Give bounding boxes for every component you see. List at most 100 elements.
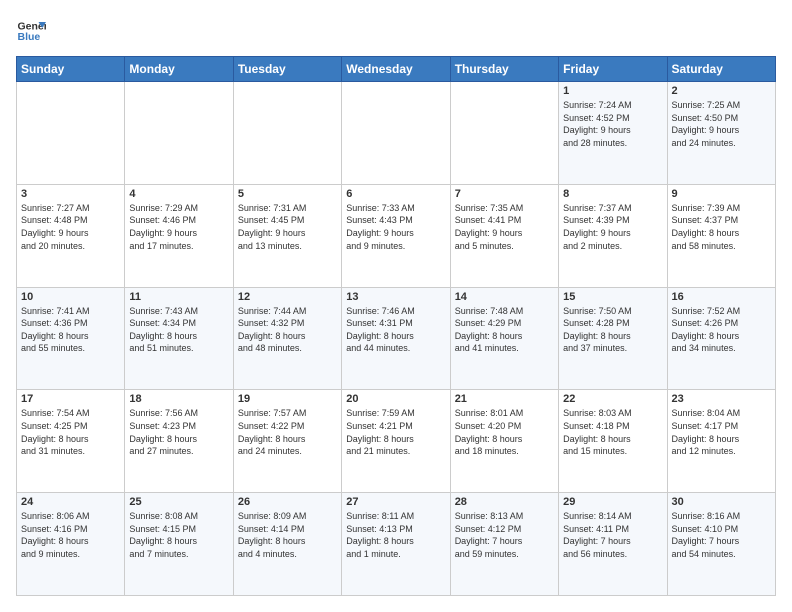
day-number: 30 (672, 496, 771, 508)
day-number: 11 (129, 291, 228, 303)
day-number: 21 (455, 393, 554, 405)
day-info: Sunrise: 8:13 AM Sunset: 4:12 PM Dayligh… (455, 510, 554, 560)
weekday-header-cell: Monday (125, 57, 233, 82)
day-info: Sunrise: 7:50 AM Sunset: 4:28 PM Dayligh… (563, 305, 662, 355)
calendar-day-cell: 9Sunrise: 7:39 AM Sunset: 4:37 PM Daylig… (667, 184, 775, 287)
calendar-week-row: 24Sunrise: 8:06 AM Sunset: 4:16 PM Dayli… (17, 493, 776, 596)
calendar-day-cell: 27Sunrise: 8:11 AM Sunset: 4:13 PM Dayli… (342, 493, 450, 596)
calendar-day-cell: 22 Sunrise: 8:03 AM Sunset: 4:18 PM Dayli… (559, 390, 667, 493)
day-info: Sunrise: 7:25 AM Sunset: 4:50 PM Dayligh… (672, 99, 771, 149)
calendar-day-cell (450, 82, 558, 185)
calendar-day-cell: 5 Sunrise: 7:31 AM Sunset: 4:45 PM Daylig… (233, 184, 341, 287)
day-number: 26 (238, 496, 337, 508)
calendar-day-cell (17, 82, 125, 185)
calendar-day-cell (342, 82, 450, 185)
calendar-day-cell: 12 Sunrise: 7:44 AM Sunset: 4:32 PM Dayli… (233, 287, 341, 390)
day-number: 13 (346, 291, 445, 303)
day-info: Sunrise: 8:16 AM Sunset: 4:10 PM Dayligh… (672, 510, 771, 560)
day-info: Sunrise: 7:37 AM Sunset: 4:39 PM Dayligh… (563, 202, 662, 252)
calendar-day-cell: 11Sunrise: 7:43 AM Sunset: 4:34 PM Dayli… (125, 287, 233, 390)
day-number: 4 (129, 188, 228, 200)
calendar-week-row: 10 Sunrise: 7:41 AM Sunset: 4:36 PM Dayli… (17, 287, 776, 390)
calendar-day-cell: 2 Sunrise: 7:25 AM Sunset: 4:50 PM Daylig… (667, 82, 775, 185)
day-number: 25 (129, 496, 228, 508)
logo-icon: General Blue (16, 16, 46, 46)
weekday-header-cell: Friday (559, 57, 667, 82)
day-info: Sunrise: 8:04 AM Sunset: 4:17 PM Dayligh… (672, 407, 771, 457)
day-number: 17 (21, 393, 120, 405)
calendar-day-cell (233, 82, 341, 185)
calendar-week-row: 17 Sunrise: 7:54 AM Sunset: 4:25 PM Dayli… (17, 390, 776, 493)
calendar-day-cell: 6 Sunrise: 7:33 AM Sunset: 4:43 PM Daylig… (342, 184, 450, 287)
day-info: Sunrise: 8:11 AM Sunset: 4:13 PM Dayligh… (346, 510, 445, 560)
calendar-table: SundayMondayTuesdayWednesdayThursdayFrid… (16, 56, 776, 596)
day-number: 10 (21, 291, 120, 303)
calendar-week-row: 3 Sunrise: 7:27 AM Sunset: 4:48 PM Daylig… (17, 184, 776, 287)
day-info: Sunrise: 7:41 AM Sunset: 4:36 PM Dayligh… (21, 305, 120, 355)
calendar-week-row: 1Sunrise: 7:24 AM Sunset: 4:52 PM Daylig… (17, 82, 776, 185)
calendar-body: 1Sunrise: 7:24 AM Sunset: 4:52 PM Daylig… (17, 82, 776, 596)
weekday-header-row: SundayMondayTuesdayWednesdayThursdayFrid… (17, 57, 776, 82)
calendar-day-cell: 14 Sunrise: 7:48 AM Sunset: 4:29 PM Dayli… (450, 287, 558, 390)
calendar-day-cell: 10 Sunrise: 7:41 AM Sunset: 4:36 PM Dayli… (17, 287, 125, 390)
day-info: Sunrise: 7:46 AM Sunset: 4:31 PM Dayligh… (346, 305, 445, 355)
day-info: Sunrise: 7:29 AM Sunset: 4:46 PM Dayligh… (129, 202, 228, 252)
day-number: 2 (672, 85, 771, 97)
day-number: 14 (455, 291, 554, 303)
day-number: 6 (346, 188, 445, 200)
calendar-day-cell: 26 Sunrise: 8:09 AM Sunset: 4:14 PM Dayli… (233, 493, 341, 596)
calendar-day-cell: 19 Sunrise: 7:57 AM Sunset: 4:22 PM Dayli… (233, 390, 341, 493)
calendar-day-cell: 8 Sunrise: 7:37 AM Sunset: 4:39 PM Daylig… (559, 184, 667, 287)
calendar-day-cell: 28Sunrise: 8:13 AM Sunset: 4:12 PM Dayli… (450, 493, 558, 596)
day-number: 29 (563, 496, 662, 508)
day-number: 7 (455, 188, 554, 200)
day-info: Sunrise: 7:57 AM Sunset: 4:22 PM Dayligh… (238, 407, 337, 457)
calendar-day-cell: 3 Sunrise: 7:27 AM Sunset: 4:48 PM Daylig… (17, 184, 125, 287)
day-info: Sunrise: 7:33 AM Sunset: 4:43 PM Dayligh… (346, 202, 445, 252)
calendar-day-cell: 13 Sunrise: 7:46 AM Sunset: 4:31 PM Dayli… (342, 287, 450, 390)
day-number: 24 (21, 496, 120, 508)
day-number: 18 (129, 393, 228, 405)
calendar-day-cell (125, 82, 233, 185)
day-info: Sunrise: 7:31 AM Sunset: 4:45 PM Dayligh… (238, 202, 337, 252)
header: General Blue (16, 16, 776, 46)
day-number: 9 (672, 188, 771, 200)
day-number: 8 (563, 188, 662, 200)
day-number: 5 (238, 188, 337, 200)
day-number: 19 (238, 393, 337, 405)
day-info: Sunrise: 7:27 AM Sunset: 4:48 PM Dayligh… (21, 202, 120, 252)
calendar-day-cell: 24Sunrise: 8:06 AM Sunset: 4:16 PM Dayli… (17, 493, 125, 596)
day-info: Sunrise: 8:03 AM Sunset: 4:18 PM Dayligh… (563, 407, 662, 457)
calendar-day-cell: 18 Sunrise: 7:56 AM Sunset: 4:23 PM Dayli… (125, 390, 233, 493)
day-info: Sunrise: 8:01 AM Sunset: 4:20 PM Dayligh… (455, 407, 554, 457)
day-info: Sunrise: 7:52 AM Sunset: 4:26 PM Dayligh… (672, 305, 771, 355)
calendar-day-cell: 20Sunrise: 7:59 AM Sunset: 4:21 PM Dayli… (342, 390, 450, 493)
day-info: Sunrise: 7:44 AM Sunset: 4:32 PM Dayligh… (238, 305, 337, 355)
day-number: 20 (346, 393, 445, 405)
calendar-day-cell: 30 Sunrise: 8:16 AM Sunset: 4:10 PM Dayli… (667, 493, 775, 596)
day-number: 22 (563, 393, 662, 405)
calendar-day-cell: 1Sunrise: 7:24 AM Sunset: 4:52 PM Daylig… (559, 82, 667, 185)
calendar-day-cell: 21 Sunrise: 8:01 AM Sunset: 4:20 PM Dayli… (450, 390, 558, 493)
weekday-header-cell: Sunday (17, 57, 125, 82)
calendar-day-cell: 15Sunrise: 7:50 AM Sunset: 4:28 PM Dayli… (559, 287, 667, 390)
calendar-day-cell: 4 Sunrise: 7:29 AM Sunset: 4:46 PM Daylig… (125, 184, 233, 287)
day-info: Sunrise: 8:09 AM Sunset: 4:14 PM Dayligh… (238, 510, 337, 560)
calendar-day-cell: 7 Sunrise: 7:35 AM Sunset: 4:41 PM Daylig… (450, 184, 558, 287)
day-number: 3 (21, 188, 120, 200)
day-info: Sunrise: 7:54 AM Sunset: 4:25 PM Dayligh… (21, 407, 120, 457)
weekday-header-cell: Thursday (450, 57, 558, 82)
day-info: Sunrise: 7:56 AM Sunset: 4:23 PM Dayligh… (129, 407, 228, 457)
day-number: 23 (672, 393, 771, 405)
calendar-day-cell: 16Sunrise: 7:52 AM Sunset: 4:26 PM Dayli… (667, 287, 775, 390)
day-info: Sunrise: 7:24 AM Sunset: 4:52 PM Dayligh… (563, 99, 662, 149)
svg-text:Blue: Blue (18, 31, 41, 43)
day-info: Sunrise: 7:48 AM Sunset: 4:29 PM Dayligh… (455, 305, 554, 355)
weekday-header-cell: Wednesday (342, 57, 450, 82)
weekday-header-cell: Saturday (667, 57, 775, 82)
logo: General Blue (16, 16, 46, 46)
calendar-day-cell: 29Sunrise: 8:14 AM Sunset: 4:11 PM Dayli… (559, 493, 667, 596)
day-number: 12 (238, 291, 337, 303)
weekday-header-cell: Tuesday (233, 57, 341, 82)
day-info: Sunrise: 7:35 AM Sunset: 4:41 PM Dayligh… (455, 202, 554, 252)
